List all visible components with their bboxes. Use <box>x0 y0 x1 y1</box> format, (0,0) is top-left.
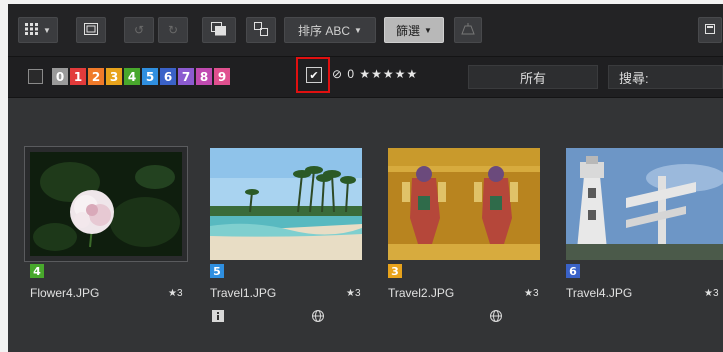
color-label-9[interactable]: 9 <box>214 68 230 85</box>
color-label-6[interactable]: 6 <box>160 68 176 85</box>
filter-label: 篩選 <box>396 23 421 38</box>
rating-selector[interactable]: ⊘ 0 ★★★★★ <box>332 67 418 81</box>
check-icon: ✔ <box>309 69 319 82</box>
thumbnail-travel2[interactable] <box>388 148 540 260</box>
color-label-3[interactable]: 3 <box>106 68 122 85</box>
color-label-4[interactable]: 4 <box>124 68 140 85</box>
rotate-right-button[interactable]: ↻ <box>158 17 188 43</box>
copy-button[interactable] <box>202 17 236 43</box>
rotate-left-button[interactable]: ↺ <box>124 17 154 43</box>
star-icons: ★★★★★ <box>359 67 419 81</box>
star-rating: ★3 <box>524 288 539 299</box>
color-label-1[interactable]: 1 <box>70 68 86 85</box>
compare-button[interactable] <box>246 17 276 43</box>
thumbnail-travel1[interactable] <box>210 148 362 260</box>
color-label-2[interactable]: 2 <box>88 68 104 85</box>
lighthouse-image <box>566 148 723 260</box>
thumbnail-travel4[interactable] <box>566 148 723 260</box>
compare-icon <box>254 21 268 39</box>
trash-button[interactable] <box>454 17 482 43</box>
reject-rating-icon: ⊘ 0 <box>332 67 356 81</box>
star-rating: ★3 <box>346 288 361 299</box>
full-screen-button[interactable] <box>76 17 106 43</box>
filter-bar: 0123456789 ✔ ⊘ 0 ★★★★★ 所有 搜尋: <box>8 57 723 98</box>
main-toolbar: ▼ ↺ ↻ 排序 ABC ▼ 篩選 ▼ <box>8 4 723 57</box>
condition-value: 所有 <box>519 70 546 86</box>
trash-icon <box>461 22 475 38</box>
thumbnail-flower4[interactable] <box>30 152 182 256</box>
rotate-right-icon: ↻ <box>167 23 179 37</box>
filename-label: Travel1.JPG <box>210 286 277 300</box>
filename-label: Travel4.JPG <box>566 286 633 300</box>
star-rating: ★3 <box>704 288 719 299</box>
flower-image <box>30 152 182 256</box>
beach-image <box>210 148 362 260</box>
color-label-7[interactable]: 7 <box>178 68 194 85</box>
sort-label: 排序 ABC <box>298 23 351 38</box>
color-label-8[interactable]: 8 <box>196 68 212 85</box>
grid-view-button[interactable]: ▼ <box>18 17 58 43</box>
image-browser-window: ▼ ↺ ↻ 排序 ABC ▼ 篩選 ▼ 0 1 2 3 4 5 6 7 8 9 … <box>8 4 723 352</box>
panel-toggle-button[interactable] <box>698 17 722 43</box>
grid-icon <box>25 22 39 38</box>
condition-dropdown[interactable]: 所有 <box>468 65 598 89</box>
color-label-0[interactable]: 0 <box>52 68 68 85</box>
rating-filter-checkbox[interactable]: ✔ <box>306 67 322 83</box>
chevron-down-icon: ▼ <box>43 25 51 35</box>
globe-icon[interactable] <box>490 310 502 325</box>
color-label-badge: 4 <box>30 264 44 278</box>
fullscreen-icon <box>84 22 98 38</box>
star-rating: ★3 <box>168 288 183 299</box>
search-field[interactable]: 搜尋: <box>608 65 723 89</box>
search-label: 搜尋: <box>619 70 649 86</box>
filename-label: Travel2.JPG <box>388 286 455 300</box>
sort-dropdown[interactable]: 排序 ABC ▼ <box>284 17 376 43</box>
label-filter-checkbox[interactable] <box>28 69 43 84</box>
color-label-badge: 3 <box>388 264 402 278</box>
chevron-down-icon: ▼ <box>354 25 362 35</box>
info-icon[interactable] <box>212 310 224 325</box>
copy-icon <box>211 21 227 39</box>
rotate-left-icon: ↺ <box>133 23 145 37</box>
globe-icon[interactable] <box>312 310 324 325</box>
filename-label: Flower4.JPG <box>30 286 100 300</box>
color-label-badge: 6 <box>566 264 580 278</box>
temple-statues-image <box>388 148 540 260</box>
color-label-5[interactable]: 5 <box>142 68 158 85</box>
panel-icon <box>705 23 715 37</box>
chevron-down-icon: ▼ <box>424 25 432 35</box>
filter-dropdown[interactable]: 篩選 ▼ <box>384 17 444 43</box>
color-label-badge: 5 <box>210 264 224 278</box>
